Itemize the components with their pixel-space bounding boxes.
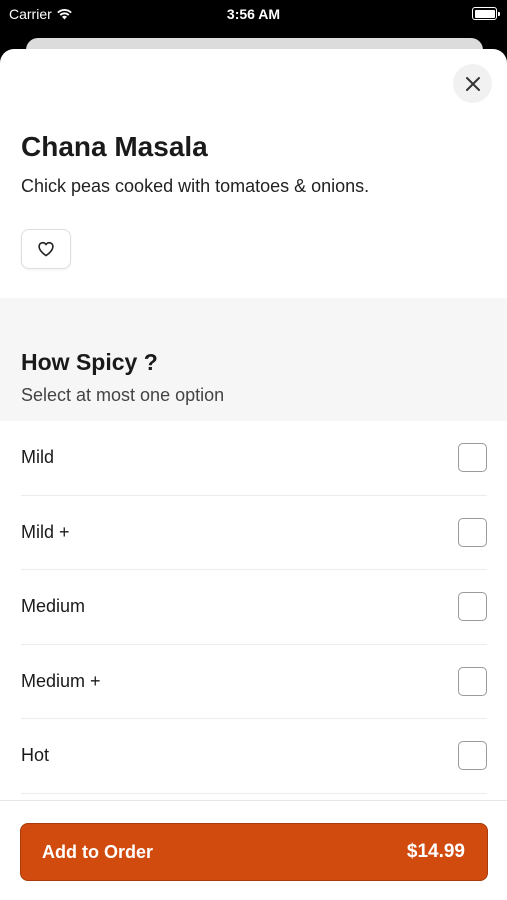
option-label: Medium	[21, 596, 86, 617]
option-label: Medium +	[21, 670, 101, 691]
add-to-order-button[interactable]: Add to Order $14.99	[20, 823, 488, 881]
spice-options-list: Mild Mild + Medium Medium + Hot	[0, 421, 507, 794]
order-footer: Add to Order $14.99	[0, 800, 507, 900]
status-bar: Carrier 3:56 AM	[0, 0, 507, 30]
close-icon	[465, 76, 480, 91]
item-detail-sheet: Chana Masala Chick peas cooked with toma…	[0, 49, 507, 900]
option-checkbox[interactable]	[458, 666, 487, 696]
option-label: Mild +	[21, 521, 70, 542]
favorite-button[interactable]	[21, 229, 71, 269]
option-checkbox[interactable]	[458, 741, 487, 771]
option-row-hot[interactable]: Hot	[21, 719, 487, 794]
add-to-order-label: Add to Order	[42, 841, 153, 862]
option-checkbox[interactable]	[458, 517, 487, 547]
option-row-medium[interactable]: Medium	[21, 570, 487, 645]
item-title: Chana Masala	[21, 131, 208, 162]
order-price: $14.99	[406, 841, 465, 862]
option-label: Mild	[21, 447, 55, 468]
heart-icon	[38, 241, 54, 257]
section-title: How Spicy ?	[21, 349, 158, 375]
option-checkbox[interactable]	[458, 592, 487, 622]
option-checkbox[interactable]	[458, 443, 487, 473]
item-description: Chick peas cooked with tomatoes & onions…	[21, 176, 370, 196]
section-subtitle: Select at most one option	[21, 385, 225, 405]
spice-section-header: How Spicy ? Select at most one option	[0, 298, 507, 421]
option-row-mild-plus[interactable]: Mild +	[21, 496, 487, 570]
option-label: Hot	[21, 745, 50, 766]
status-time: 3:56 AM	[226, 6, 281, 22]
option-row-mild[interactable]: Mild	[21, 421, 487, 496]
close-button[interactable]	[453, 64, 492, 103]
battery-icon	[472, 7, 500, 20]
option-row-medium-plus[interactable]: Medium +	[21, 645, 487, 719]
